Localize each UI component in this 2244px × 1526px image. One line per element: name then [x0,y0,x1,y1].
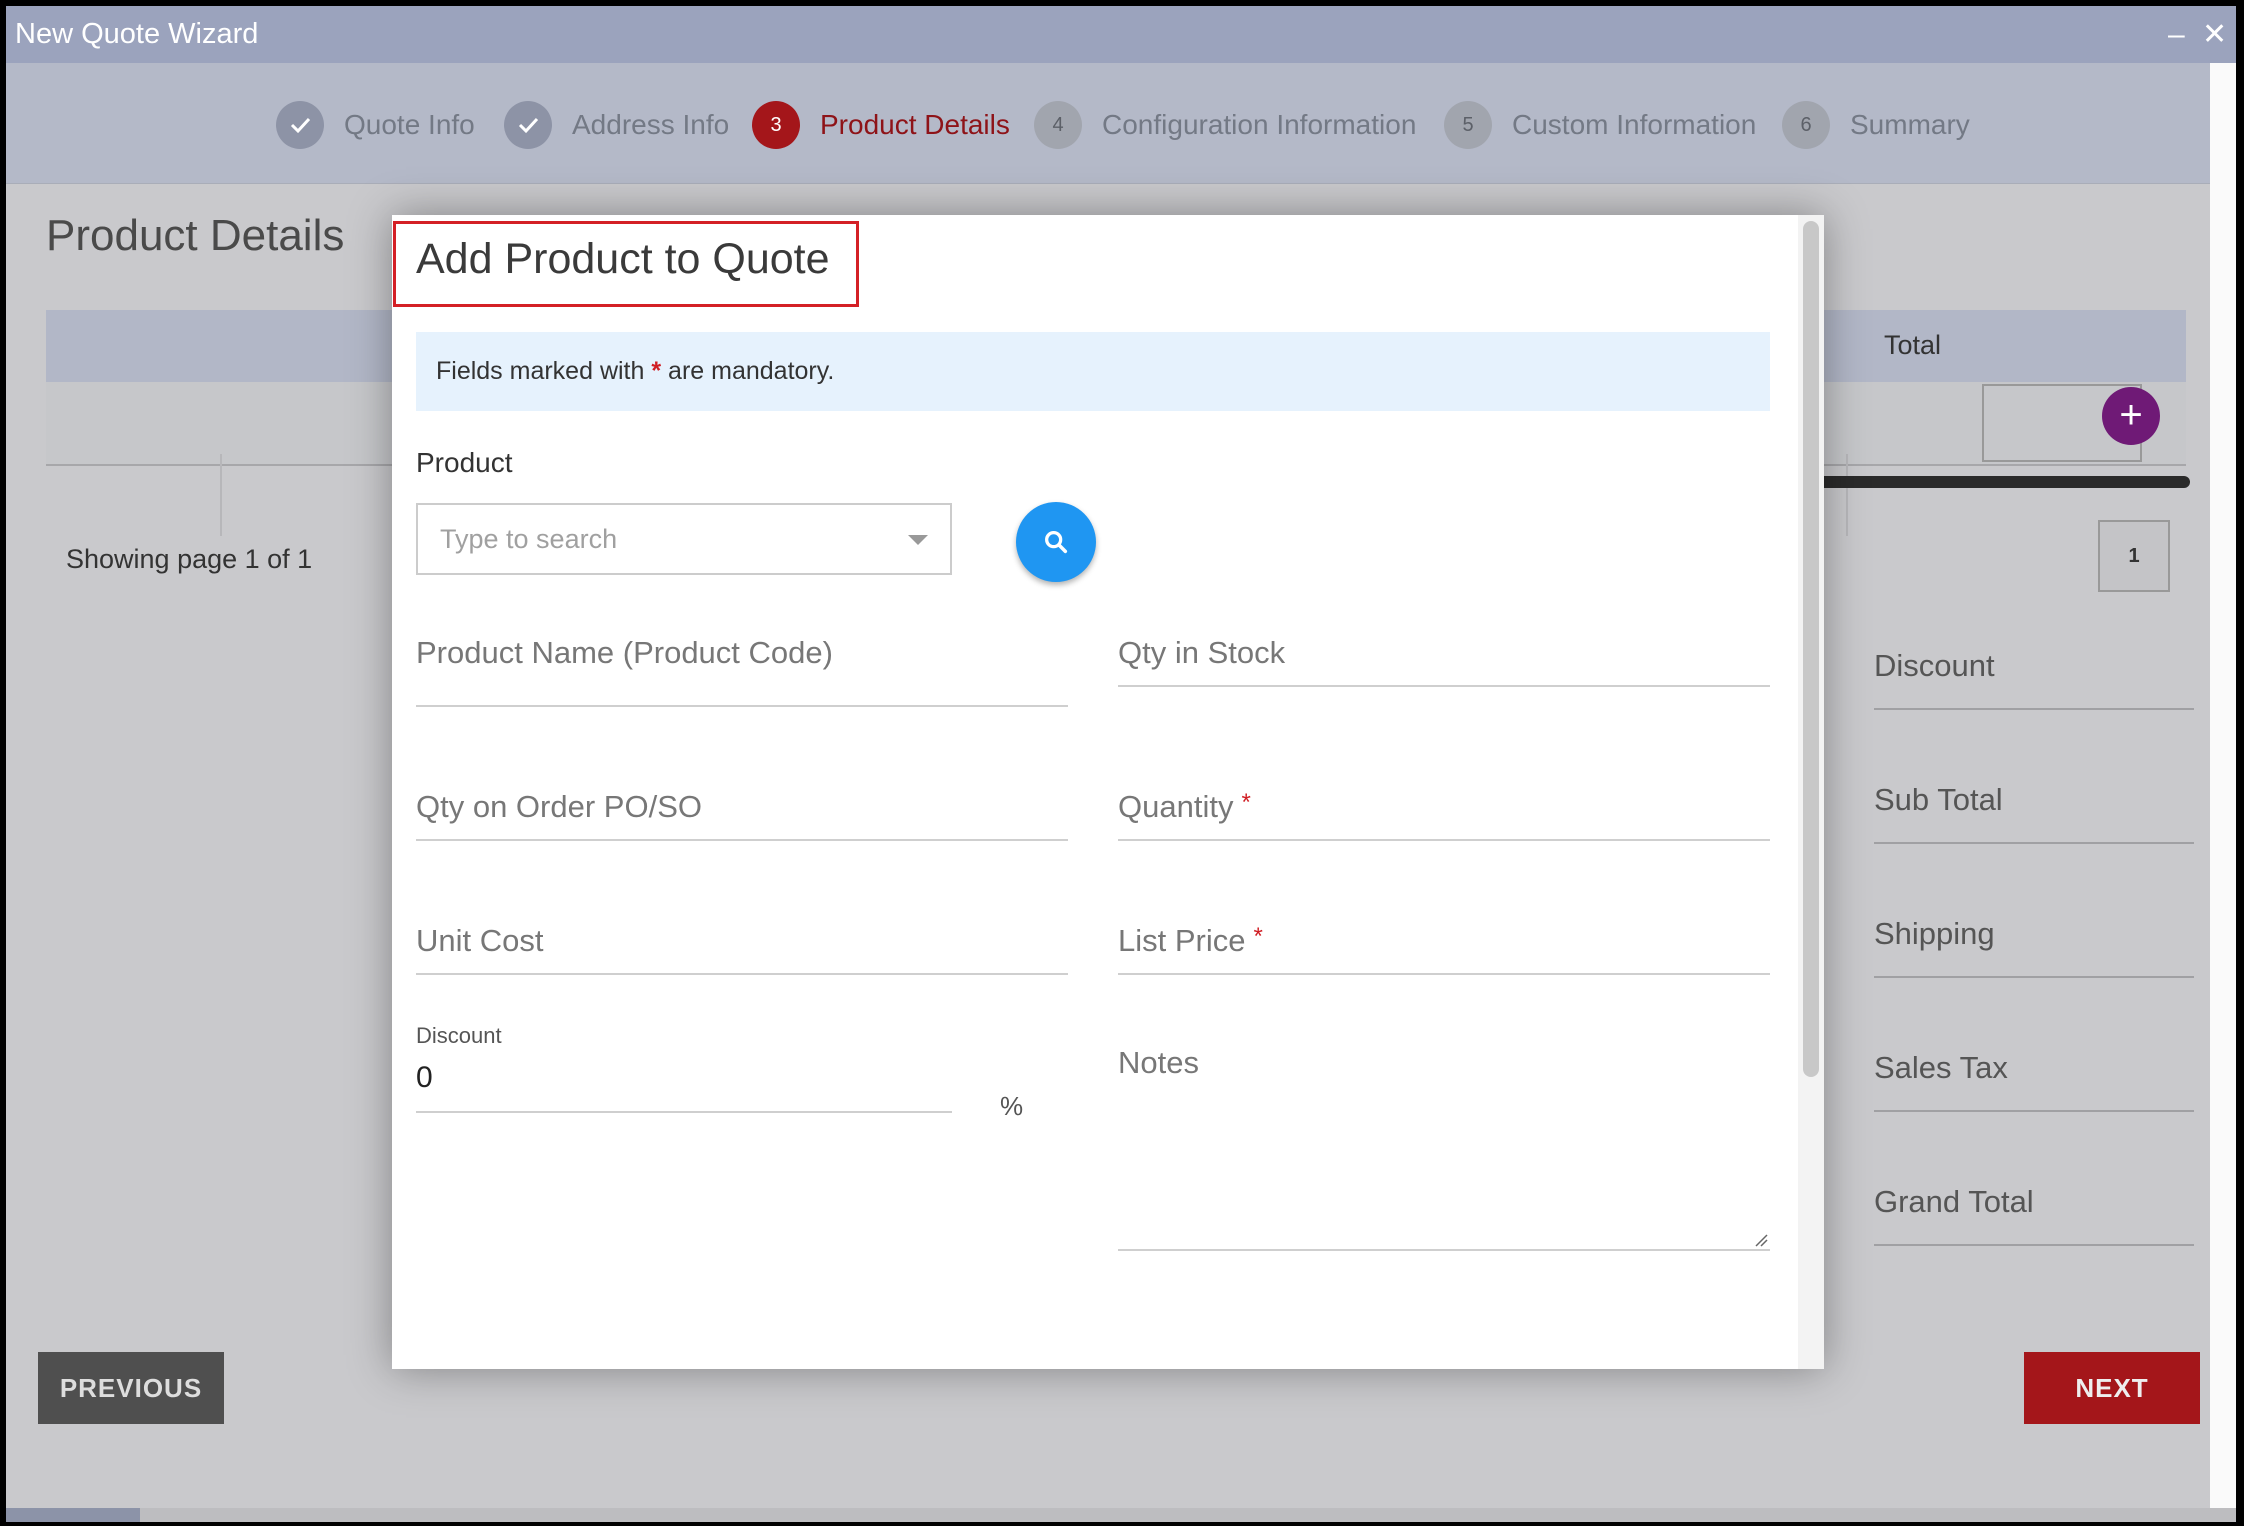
qty-on-order-field[interactable]: Qty on Order PO/SO [416,789,1068,841]
previous-button[interactable]: PREVIOUS [38,1352,224,1424]
summary-sales-tax[interactable]: Sales Tax [1874,1050,2194,1112]
required-star: * [1241,789,1251,816]
search-icon [1045,531,1068,554]
percent-unit: % [1000,1091,1024,1121]
wizard-steps: Quote Info Address Info 3 Product Detail… [6,63,2210,184]
product-search-select[interactable]: Type to search [416,503,952,575]
required-star: * [651,357,662,385]
page-button[interactable]: 1 [2098,520,2170,592]
mandatory-info-box: Fields marked with * are mandatory. [416,332,1770,411]
page-scrollbar[interactable] [2210,63,2236,1508]
step-number: 6 [1782,101,1830,149]
product-label: Product [416,447,513,478]
info-text: Fields marked with [436,357,645,385]
add-product-dialog: Add Product to Quote Fields marked with … [392,215,1824,1369]
quantity-field[interactable]: Quantity * [1118,789,1770,841]
next-button[interactable]: NEXT [2024,1352,2200,1424]
product-placeholder: Type to search [440,524,618,554]
add-product-button[interactable]: + [2102,387,2160,445]
step-number: 3 [752,101,800,149]
step-product-details[interactable]: 3 Product Details [752,101,1010,149]
summary-shipping[interactable]: Shipping [1874,916,2194,978]
field-label: List Price [1118,923,1246,958]
step-label: Summary [1850,109,1970,140]
step-label: Product Details [820,109,1010,140]
field-label: Qty on Order PO/SO [416,789,702,824]
product-name-field[interactable]: Product Name (Product Code) [416,635,1068,707]
step-number: 5 [1444,101,1492,149]
bottom-bar [6,1508,2236,1522]
page-title: Product Details [46,211,345,260]
discount-label: Discount [416,1023,502,1048]
dialog-title: Add Product to Quote [416,235,830,283]
summary-grand-total[interactable]: Grand Total [1874,1184,2194,1246]
title-bar: New Quote Wizard – ✕ [6,6,2236,63]
step-quote-info[interactable]: Quote Info [276,101,475,149]
minimize-icon[interactable]: – [2168,6,2185,63]
list-price-field[interactable]: List Price * [1118,923,1770,975]
column-divider [220,454,222,536]
step-address-info[interactable]: Address Info [504,101,729,149]
summary-sub-total[interactable]: Sub Total [1874,782,2194,844]
field-label: Unit Cost [416,923,544,958]
step-custom-information[interactable]: 5 Custom Information [1444,101,1756,149]
search-button[interactable] [1016,502,1096,582]
required-star: * [1253,923,1263,950]
discount-input[interactable]: 0 [416,1061,952,1113]
window-title: New Quote Wizard [15,18,259,50]
unit-cost-field[interactable]: Unit Cost [416,923,1068,975]
notes-textarea[interactable]: Notes [1118,1045,1770,1251]
step-label: Custom Information [1512,109,1757,140]
dropdown-arrow-icon [908,535,928,545]
close-icon[interactable]: ✕ [2202,6,2227,63]
qty-in-stock-field[interactable]: Qty in Stock [1118,635,1770,687]
info-text: are mandatory. [668,357,835,385]
step-summary[interactable]: 6 Summary [1782,101,1970,149]
step-number: 4 [1034,101,1082,149]
field-label: Quantity [1118,789,1234,824]
step-label: Configuration Information [1102,109,1417,140]
column-header-total: Total [1884,330,1942,360]
notes-label: Notes [1118,1045,1199,1080]
check-icon [276,101,324,149]
pagination-info: Showing page 1 of 1 [66,544,313,574]
column-divider [1846,454,1848,536]
field-label: Qty in Stock [1118,635,1286,670]
bottom-tab[interactable] [6,1508,140,1522]
field-label: Product Name (Product Code) [416,635,833,670]
step-label: Address Info [572,109,730,140]
check-icon [504,101,552,149]
summary-discount[interactable]: Discount [1874,648,2194,710]
resize-grip-icon[interactable] [1754,1233,1768,1247]
quote-wizard-window: New Quote Wizard – ✕ Quote Info Address … [6,6,2236,1522]
table-horizontal-scrollbar[interactable] [1816,476,2190,488]
step-configuration-information[interactable]: 4 Configuration Information [1034,101,1416,149]
step-label: Quote Info [344,109,475,140]
dialog-scrollbar[interactable] [1798,215,1824,1369]
scrollbar-thumb[interactable] [1803,221,1819,1077]
